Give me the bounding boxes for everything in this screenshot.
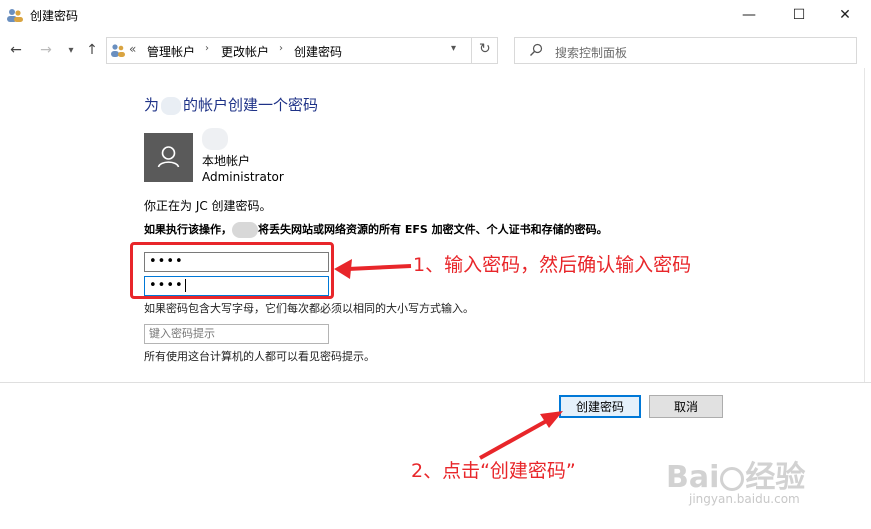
arrow-2-head bbox=[540, 411, 563, 428]
watermark-url: jingyan.baidu.com bbox=[689, 492, 800, 506]
watermark-logo: Bai 经验 bbox=[666, 460, 806, 495]
annotation-step-1: 1、输入密码，然后确认输入密码 bbox=[413, 254, 692, 276]
arrow-1-shaft bbox=[347, 264, 412, 271]
annotation-step-2: 2、点击“创建密码” bbox=[411, 460, 576, 482]
arrow-2-shaft bbox=[479, 417, 551, 460]
paw-icon bbox=[720, 466, 745, 491]
arrow-1-head bbox=[334, 259, 352, 279]
